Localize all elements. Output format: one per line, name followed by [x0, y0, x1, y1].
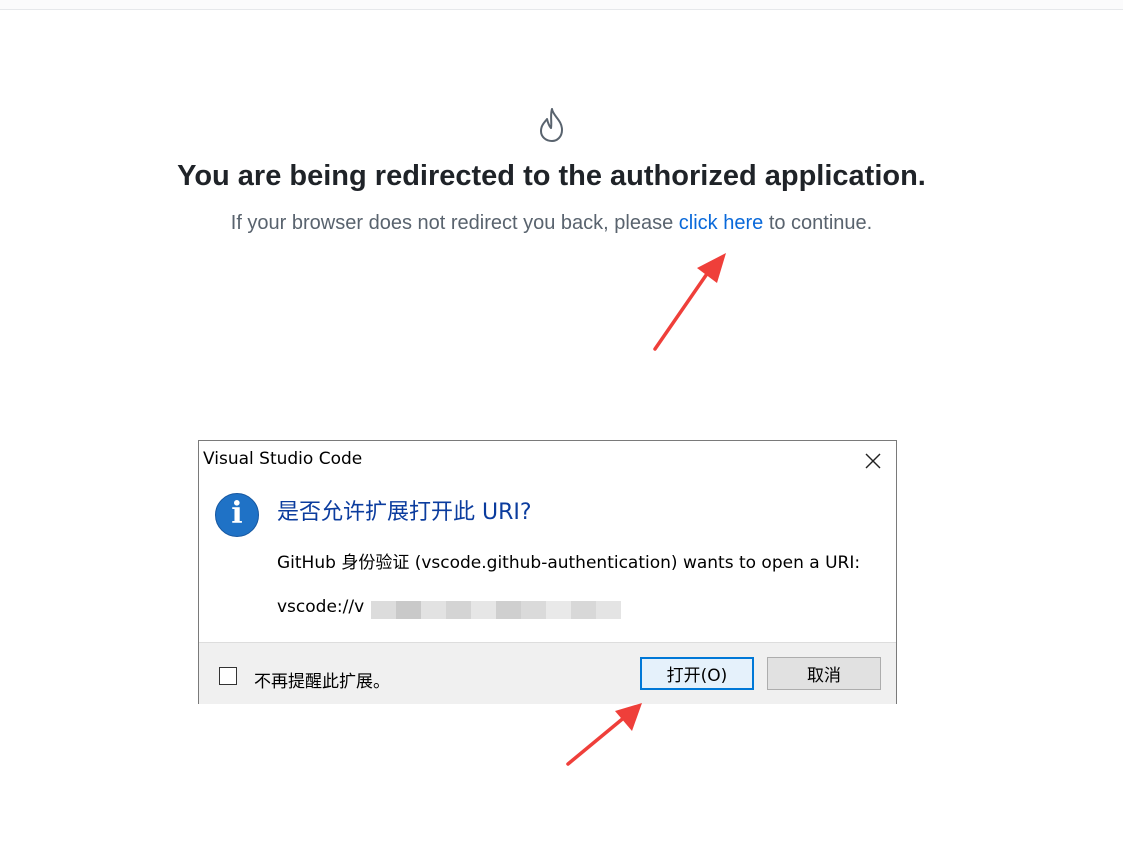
redirect-text-after: to continue.	[763, 212, 873, 234]
redirect-text-before: If your browser does not redirect you ba…	[230, 212, 679, 234]
annotation-arrow	[566, 703, 642, 766]
dialog-heading: 是否允许扩展打开此 URI?	[277, 500, 532, 525]
annotation-arrow	[653, 253, 726, 351]
click-here-link[interactable]: click here	[679, 212, 763, 234]
dialog-message: GitHub 身份验证 (vscode.github-authenticatio…	[277, 553, 861, 573]
open-button[interactable]: 打开(O)	[640, 657, 754, 690]
uri-redacted	[371, 601, 621, 619]
dont-remind-checkbox[interactable]	[219, 667, 237, 685]
redirect-message: If your browser does not redirect you ba…	[0, 212, 1103, 235]
page-title: You are being redirected to the authoriz…	[177, 160, 926, 192]
uri-row: vscode://v	[277, 597, 621, 621]
browser-top-border	[0, 0, 1123, 10]
cancel-button[interactable]: 取消	[767, 657, 881, 690]
flame-icon	[540, 108, 563, 142]
dialog-footer: 不再提醒此扩展。 打开(O) 取消	[199, 642, 896, 704]
dont-remind-label[interactable]: 不再提醒此扩展。	[254, 667, 390, 692]
uri-text: vscode://v	[277, 597, 365, 617]
close-icon[interactable]	[858, 447, 888, 475]
info-icon: i	[215, 493, 259, 537]
dialog-title: Visual Studio Code	[203, 449, 363, 469]
vscode-open-uri-dialog: Visual Studio Code i 是否允许扩展打开此 URI? GitH…	[198, 440, 897, 704]
